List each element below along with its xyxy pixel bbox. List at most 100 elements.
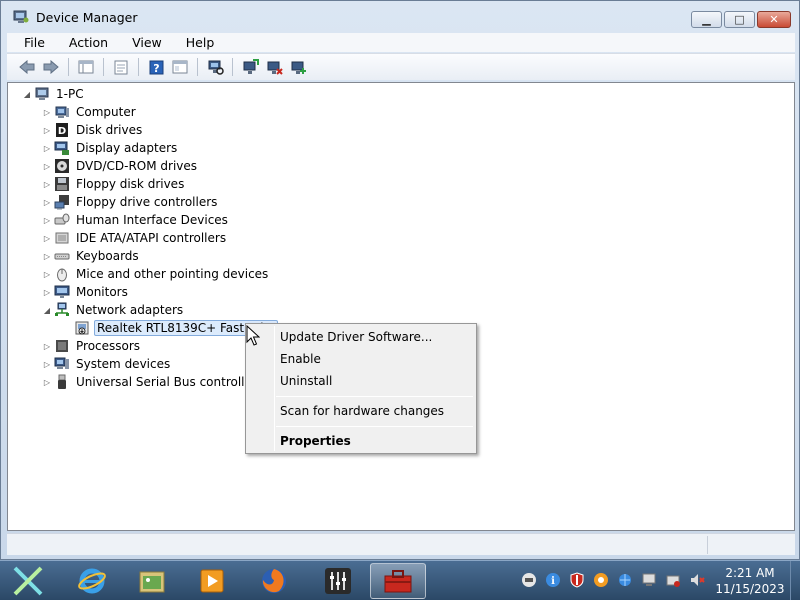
menu-item-update-driver[interactable]: Update Driver Software... [280, 329, 432, 345]
tree-item-disk-drives[interactable]: ▷ D Disk drives [42, 121, 144, 139]
expand-icon[interactable]: ▷ [42, 373, 52, 391]
context-menu: Update Driver Software... Enable Uninsta… [245, 323, 477, 454]
shield-tray-icon[interactable] [568, 571, 586, 589]
tree-item-label: DVD/CD-ROM drives [76, 159, 198, 173]
system-device-icon [54, 356, 70, 372]
expand-icon[interactable]: ▷ [42, 355, 52, 373]
menu-file[interactable]: File [7, 33, 53, 52]
expand-icon[interactable]: ▷ [42, 193, 52, 211]
collapse-icon[interactable]: ◢ [42, 301, 52, 319]
action-center-icon[interactable] [640, 571, 658, 589]
maximize-button[interactable]: □ [724, 11, 755, 28]
tree-item-network-adapters[interactable]: ◢ Network adapters [42, 301, 185, 319]
start-x-icon [13, 566, 43, 596]
info-tray-icon[interactable]: i [544, 571, 562, 589]
expand-icon[interactable]: ▷ [42, 229, 52, 247]
menu-view[interactable]: View [116, 33, 170, 52]
toolbox-icon [384, 570, 412, 593]
toolbar-separator [138, 58, 139, 76]
tree-item-floppy-drive-controllers[interactable]: ▷ Floppy drive controllers [42, 193, 219, 211]
internet-explorer-icon [78, 568, 106, 594]
tree-item-label: Floppy disk drives [76, 177, 185, 191]
scan-hardware-button[interactable] [205, 57, 225, 77]
tree-root[interactable]: ◢ 1-PC [22, 85, 86, 103]
tree-item-label: Computer [76, 105, 136, 119]
expand-icon[interactable]: ▷ [42, 175, 52, 193]
collapse-icon[interactable]: ◢ [22, 85, 32, 103]
show-desktop-button[interactable] [790, 561, 800, 600]
tree-item-system-devices[interactable]: ▷ System devices [42, 355, 172, 373]
device-tray-icon[interactable] [664, 571, 682, 589]
expand-icon[interactable]: ▷ [42, 157, 52, 175]
properties-button[interactable] [111, 57, 131, 77]
taskbar-explorer[interactable] [124, 563, 180, 599]
menu-bar: File Action View Help [7, 33, 795, 52]
disable-device-button[interactable] [264, 57, 284, 77]
status-divider [707, 536, 708, 554]
menu-item-uninstall[interactable]: Uninstall [280, 373, 332, 389]
forward-button[interactable] [41, 57, 61, 77]
expand-icon[interactable]: ▷ [42, 103, 52, 121]
firefox-icon [262, 569, 286, 593]
menu-help[interactable]: Help [170, 33, 223, 52]
taskbar-clock[interactable]: 2:21 AM 11/15/2023 [712, 565, 788, 597]
menu-item-scan-hardware[interactable]: Scan for hardware changes [280, 403, 444, 419]
uninstall-device-button[interactable] [288, 57, 308, 77]
expand-icon[interactable]: ▷ [42, 211, 52, 229]
device-manager-app-icon [13, 10, 29, 23]
tree-item-label: Keyboards [76, 249, 139, 263]
system-tray: i [520, 571, 706, 589]
expand-icon[interactable]: ▷ [42, 265, 52, 283]
tree-item-human-interface-devices[interactable]: ▷ Human Interface Devices [42, 211, 230, 229]
tree-item-label: Disk drives [76, 123, 143, 137]
help-icon: ? [149, 60, 163, 75]
disk-drive-icon: D [54, 122, 70, 138]
mixer-icon [325, 568, 351, 594]
tree-item-monitors[interactable]: ▷ Monitors [42, 283, 130, 301]
help-button[interactable]: ? [146, 57, 166, 77]
avast-tray-icon[interactable] [592, 571, 610, 589]
update-driver-button[interactable] [240, 57, 260, 77]
taskbar-device-manager[interactable] [370, 563, 426, 599]
expand-icon[interactable]: ▷ [42, 283, 52, 301]
svg-text:D: D [58, 126, 66, 137]
hid-icon [54, 212, 70, 228]
start-button[interactable] [6, 563, 50, 599]
expand-icon[interactable]: ▷ [42, 139, 52, 157]
keyboard-tray-icon[interactable] [520, 571, 538, 589]
tree-item-ide-controllers[interactable]: ▷ IDE ATA/ATAPI controllers [42, 229, 228, 247]
expand-icon[interactable]: ▷ [42, 337, 52, 355]
device-tree-pane[interactable]: ◢ 1-PC ▷ Computer ▷ D Disk drives ▷ Disp… [7, 82, 795, 531]
view-button[interactable] [170, 57, 190, 77]
menu-action[interactable]: Action [53, 33, 116, 52]
tree-item-mice[interactable]: ▷ Mice and other pointing devices [42, 265, 270, 283]
minimize-button[interactable]: ▁ [691, 11, 722, 28]
tree-item-floppy-disk-drives[interactable]: ▷ Floppy disk drives [42, 175, 186, 193]
taskbar-mixer[interactable] [310, 563, 366, 599]
device-manager-window: Device Manager ▁ □ ✕ File Action View He… [0, 0, 800, 560]
taskbar-firefox[interactable] [246, 563, 302, 599]
tree-item-usb-controllers[interactable]: ▷ Universal Serial Bus controllers [42, 373, 265, 391]
expand-icon[interactable]: ▷ [42, 121, 52, 139]
menu-item-enable[interactable]: Enable [280, 351, 321, 367]
title-bar[interactable]: Device Manager ▁ □ ✕ [1, 1, 799, 33]
taskbar-ie[interactable] [64, 563, 120, 599]
mouse-icon [54, 266, 70, 282]
tree-item-display-adapters[interactable]: ▷ Display adapters [42, 139, 179, 157]
tree-item-keyboards[interactable]: ▷ Keyboards [42, 247, 141, 265]
show-hide-tree-button[interactable] [76, 57, 96, 77]
floppy-controller-icon [54, 194, 70, 210]
expand-icon[interactable]: ▷ [42, 247, 52, 265]
media-player-icon [200, 569, 224, 593]
tree-item-processors[interactable]: ▷ Processors [42, 337, 142, 355]
tree-item-dvd-drives[interactable]: ▷ DVD/CD-ROM drives [42, 157, 199, 175]
close-button[interactable]: ✕ [757, 11, 791, 28]
menu-item-properties[interactable]: Properties [280, 433, 351, 449]
network-tray-icon[interactable] [616, 571, 634, 589]
volume-mute-icon[interactable] [688, 571, 706, 589]
toolbar-separator [197, 58, 198, 76]
root-label: 1-PC [56, 87, 84, 101]
taskbar-media-player[interactable] [184, 563, 240, 599]
back-button[interactable] [17, 57, 37, 77]
tree-item-computer[interactable]: ▷ Computer [42, 103, 138, 121]
